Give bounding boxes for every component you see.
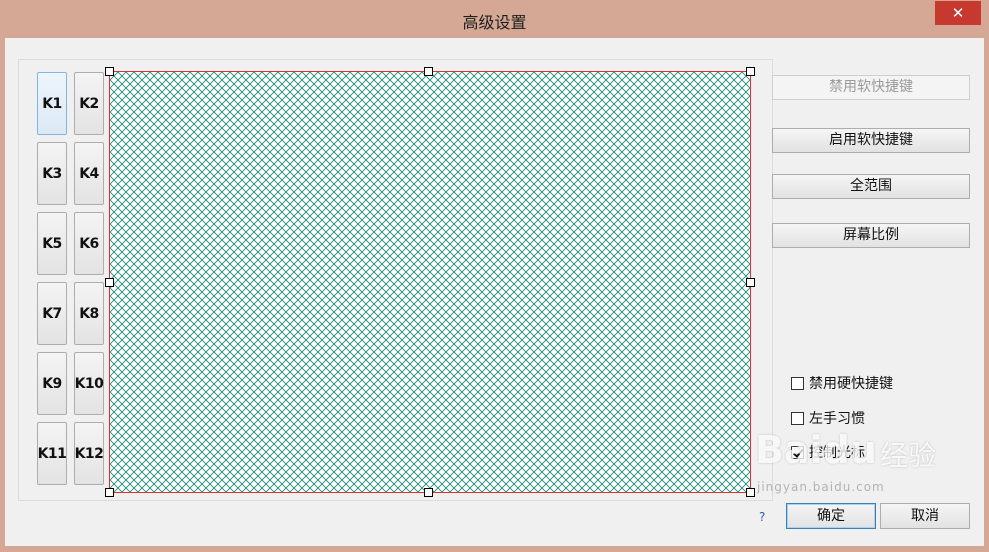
key-k10-button[interactable]: K10 [74,352,104,415]
control-cursor-checkbox[interactable]: 控制光标 [791,442,865,462]
key-k9-button[interactable]: K9 [37,352,67,415]
resize-handle-top-left[interactable] [105,67,114,76]
key-k8-button[interactable]: K8 [74,282,104,345]
checkbox-label: 禁用硬快捷键 [809,376,893,392]
resize-handle-bottom-left[interactable] [105,488,114,497]
resize-handle-top[interactable] [424,67,433,76]
cancel-button[interactable]: 取消 [880,503,970,529]
checkbox-label: 左手习惯 [809,411,865,427]
close-button[interactable]: ✕ [935,1,981,25]
checkbox-box[interactable] [791,411,804,425]
key-k7-button[interactable]: K7 [37,282,67,345]
disable-soft-shortcut-button[interactable]: 禁用软快捷键 [772,75,970,100]
key-k1-button[interactable]: K1 [37,72,67,135]
key-k11-button[interactable]: K11 [37,422,67,485]
window-title: 高级设置 [462,13,527,32]
resize-handle-bottom[interactable] [424,488,433,497]
full-range-button[interactable]: 全范围 [772,174,970,199]
key-k5-button[interactable]: K5 [37,212,67,275]
screen-ratio-button[interactable]: 屏幕比例 [772,223,970,248]
enable-soft-shortcut-button[interactable]: 启用软快捷键 [772,128,970,153]
resize-handle-right[interactable] [746,278,755,287]
resize-handle-left[interactable] [105,278,114,287]
ok-button[interactable]: 确定 [786,503,876,529]
key-k4-button[interactable]: K4 [74,142,104,205]
key-k3-button[interactable]: K3 [37,142,67,205]
resize-handle-bottom-right[interactable] [746,488,755,497]
help-icon[interactable]: ? [759,510,765,524]
checkbox-label: 控制光标 [809,445,865,461]
checkbox-box-checked[interactable] [791,445,804,459]
key-k12-button[interactable]: K12 [74,422,104,485]
active-area-canvas[interactable] [109,71,751,493]
key-k2-button[interactable]: K2 [74,72,104,135]
crosshatch-pattern [110,72,750,492]
checkbox-box[interactable] [791,376,804,390]
close-icon: ✕ [951,4,965,22]
dialog-client: K1 K2 K3 K4 K5 K6 K7 K8 K9 K10 K11 K12 禁… [5,38,984,546]
disable-hard-shortcut-checkbox[interactable]: 禁用硬快捷键 [791,373,893,393]
key-k6-button[interactable]: K6 [74,212,104,275]
title-bar[interactable]: 高级设置 ✕ [0,0,989,38]
left-hand-checkbox[interactable]: 左手习惯 [791,408,865,428]
resize-handle-top-right[interactable] [746,67,755,76]
